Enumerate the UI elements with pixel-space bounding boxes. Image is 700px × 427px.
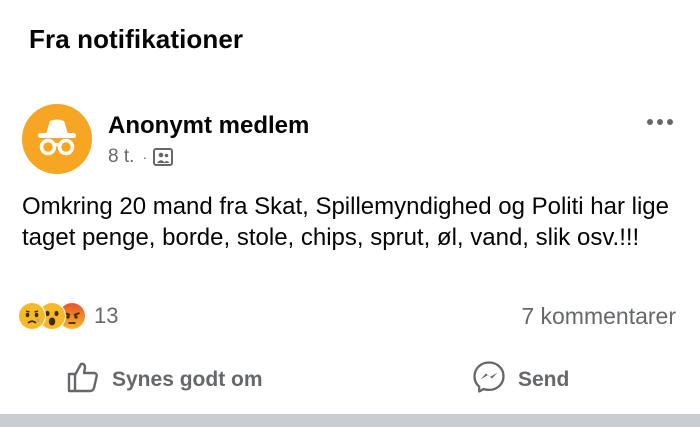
messenger-icon bbox=[472, 360, 506, 400]
post-time[interactable]: 8 t. bbox=[108, 146, 134, 168]
post-text: Omkring 20 mand fra Skat, Spillemyndighe… bbox=[22, 193, 669, 251]
thumbs-up-icon bbox=[66, 361, 100, 399]
send-label: Send bbox=[518, 368, 570, 391]
incognito-icon bbox=[38, 119, 76, 156]
page-title: Fra notifikationer bbox=[29, 24, 244, 54]
send-button[interactable]: Send bbox=[472, 360, 570, 400]
sad-reaction-icon bbox=[18, 302, 46, 330]
author-name[interactable]: Anonymt medlem bbox=[108, 112, 309, 140]
reaction-count: 13 bbox=[94, 303, 119, 328]
reactions-summary[interactable]: 13 bbox=[18, 302, 118, 330]
group-audience-icon bbox=[153, 148, 174, 166]
comments-count-link[interactable]: 7 kommentarer bbox=[521, 303, 676, 330]
like-label: Synes godt om bbox=[112, 368, 263, 391]
more-dot bbox=[667, 119, 673, 125]
more-options-button[interactable] bbox=[642, 112, 678, 132]
post-meta: 8 t. · bbox=[108, 146, 174, 168]
notification-post-view: Fra notifikationer Anonymt medlem 8 t. · bbox=[0, 0, 700, 427]
meta-separator: · bbox=[142, 149, 148, 165]
more-dot bbox=[657, 119, 663, 125]
section-divider bbox=[0, 414, 700, 427]
like-button[interactable]: Synes godt om bbox=[66, 362, 263, 398]
more-dot bbox=[647, 119, 653, 125]
avatar[interactable] bbox=[22, 104, 92, 174]
